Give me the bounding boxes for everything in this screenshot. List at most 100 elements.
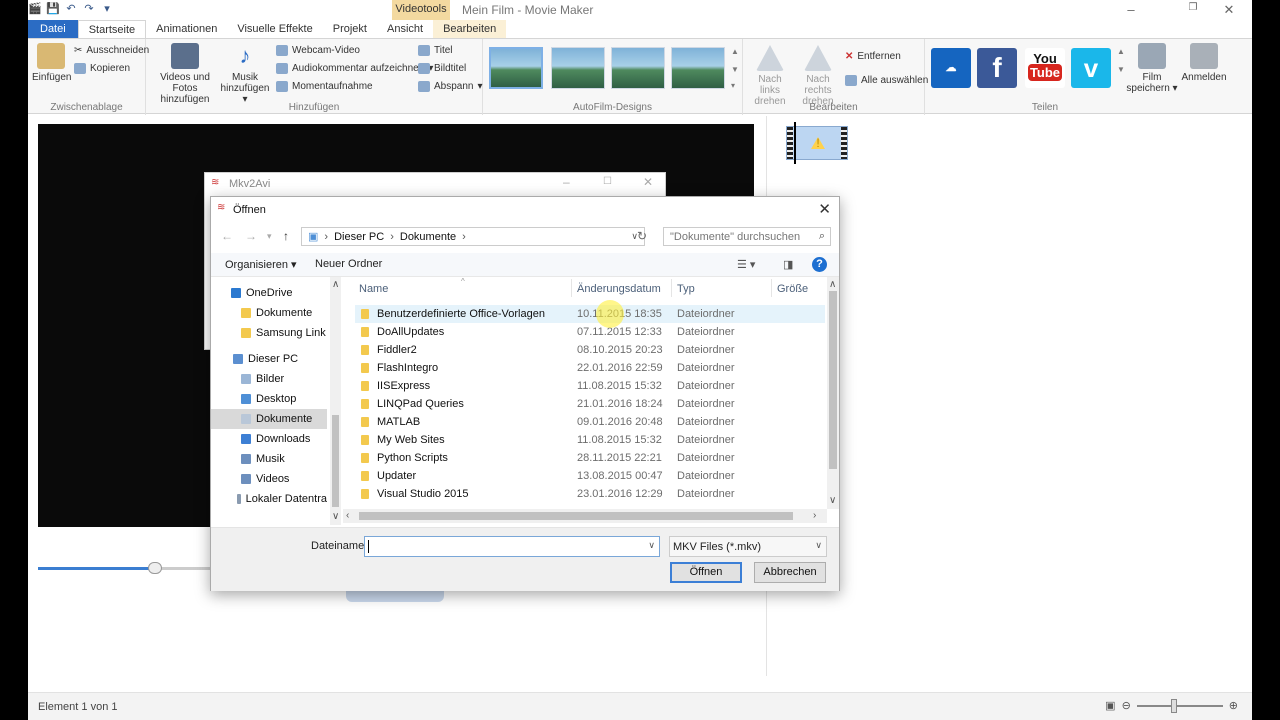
- file-row[interactable]: Updater 13.08.2015 00:47 Dateiordner: [355, 467, 825, 485]
- horizontal-scrollbar[interactable]: ‹ ›: [343, 509, 827, 523]
- help-icon[interactable]: ?: [812, 257, 827, 272]
- file-row[interactable]: DoAllUpdates 07.11.2015 12:33 Dateiordner: [355, 323, 825, 341]
- forward-icon[interactable]: →: [245, 229, 257, 243]
- filetype-select[interactable]: MKV Files (*.mkv) ∨: [669, 536, 827, 557]
- seek-thumb[interactable]: [148, 562, 162, 574]
- preview-pane-icon[interactable]: ◨: [783, 258, 793, 271]
- qat-dropdown-icon[interactable]: ▾: [100, 2, 114, 16]
- nav-item[interactable]: Dieser PC: [211, 349, 327, 369]
- nav-item[interactable]: Desktop: [211, 389, 327, 409]
- save-movie-button[interactable]: Film speichern ▾: [1125, 43, 1179, 94]
- dialog-close-button[interactable]: ✕: [818, 200, 831, 218]
- recent-dropdown-icon[interactable]: ▾: [267, 231, 272, 242]
- nav-item[interactable]: Musik: [211, 449, 327, 469]
- filename-input[interactable]: ∨: [364, 536, 660, 557]
- mkv-minimize-button[interactable]: –: [563, 175, 570, 189]
- refresh-icon[interactable]: ↻: [637, 229, 647, 243]
- remove-button[interactable]: ✕ Entfernen: [845, 51, 901, 62]
- gallery-down-icon[interactable]: ▼: [731, 65, 739, 74]
- breadcrumb-dokumente[interactable]: Dokumente: [400, 231, 456, 243]
- horizontal-scrollbar-thumb[interactable]: [359, 512, 793, 520]
- column-name[interactable]: Name: [359, 283, 388, 295]
- webcam-video-button[interactable]: Webcam-Video: [276, 45, 360, 56]
- scroll-right-icon[interactable]: ›: [813, 510, 816, 521]
- column-size[interactable]: Größe: [777, 283, 808, 295]
- share-down-icon[interactable]: ▼: [1117, 65, 1125, 74]
- column-separator[interactable]: [671, 279, 672, 297]
- rotate-left-button[interactable]: Nach links drehen: [747, 45, 793, 107]
- thumbnail-size-icon[interactable]: ▣: [1105, 699, 1115, 712]
- snapshot-button[interactable]: Momentaufnahme: [276, 81, 373, 92]
- title-button[interactable]: Titel: [418, 45, 453, 56]
- close-button[interactable]: ✕: [1206, 2, 1252, 18]
- nav-scroll-down-icon[interactable]: ∨: [332, 511, 339, 522]
- onedrive-icon[interactable]: ☁: [931, 48, 971, 88]
- theme-thumbnail[interactable]: [611, 47, 665, 89]
- caption-button[interactable]: Bildtitel: [418, 63, 466, 74]
- zoom-slider[interactable]: [1136, 698, 1223, 713]
- column-separator[interactable]: [771, 279, 772, 297]
- filename-dropdown-icon[interactable]: ∨: [648, 540, 655, 551]
- file-row[interactable]: Benutzerdefinierte Office-Vorlagen10.11.…: [355, 305, 825, 323]
- back-icon[interactable]: ←: [221, 229, 233, 243]
- search-input[interactable]: "Dokumente" durchsuchen ⌕: [663, 227, 831, 246]
- save-icon[interactable]: 💾: [46, 2, 60, 16]
- undo-icon[interactable]: ↶: [64, 2, 78, 16]
- nav-item[interactable]: Dokumente: [211, 409, 327, 429]
- cut-button[interactable]: ✂ Ausschneiden: [74, 45, 149, 56]
- playhead[interactable]: [794, 122, 796, 164]
- nav-item[interactable]: Videos: [211, 469, 327, 489]
- address-bar[interactable]: ▣ › Dieser PC › Dokumente › ∨: [301, 227, 645, 246]
- column-type[interactable]: Typ: [677, 283, 695, 295]
- file-row[interactable]: Visual Studio 2015 23.01.2016 12:29 Dateio…: [355, 485, 825, 503]
- list-scroll-up-icon[interactable]: ∧: [829, 279, 836, 290]
- tab-startseite[interactable]: Startseite: [77, 20, 147, 38]
- share-up-icon[interactable]: ▲: [1117, 47, 1125, 56]
- tab-bearbeiten[interactable]: Bearbeiten: [433, 20, 507, 38]
- file-row[interactable]: LINQPad Queries 21.01.2016 18:24 Dateiordn…: [355, 395, 825, 413]
- nav-scroll-up-icon[interactable]: ∧: [332, 279, 339, 290]
- file-row[interactable]: Python Scripts 28.11.2015 22:21 Dateiordne…: [355, 449, 825, 467]
- tab-projekt[interactable]: Projekt: [323, 20, 377, 38]
- file-row[interactable]: My Web Sites 11.08.2015 15:32 Dateiordner: [355, 431, 825, 449]
- gallery-up-icon[interactable]: ▲: [731, 47, 739, 56]
- credits-button[interactable]: Abspann ▾: [418, 81, 483, 92]
- add-music-button[interactable]: ♪ Musik hinzufügen ▾: [220, 43, 270, 105]
- nav-scrollbar-thumb[interactable]: [332, 415, 339, 507]
- theme-thumbnail[interactable]: [551, 47, 605, 89]
- tab-datei[interactable]: Datei: [28, 20, 78, 38]
- list-scrollbar-thumb[interactable]: [829, 291, 837, 469]
- zoom-in-icon[interactable]: ⊕: [1229, 699, 1238, 712]
- nav-item[interactable]: OneDrive: [211, 283, 327, 303]
- rotate-right-button[interactable]: Nach rechts drehen: [793, 45, 843, 107]
- column-separator[interactable]: [571, 279, 572, 297]
- scroll-left-icon[interactable]: ‹: [346, 510, 349, 521]
- zoom-slider-knob[interactable]: [1170, 698, 1177, 713]
- file-row[interactable]: MATLAB 09.01.2016 20:48 Dateiordner: [355, 413, 825, 431]
- new-folder-button[interactable]: Neuer Ordner: [315, 258, 382, 270]
- signin-button[interactable]: Anmelden: [1181, 43, 1227, 83]
- file-row[interactable]: Fiddler2 08.10.2015 20:23 Dateiordner: [355, 341, 825, 359]
- tab-visuelle-effekte[interactable]: Visuelle Effekte: [227, 20, 322, 38]
- file-row[interactable]: IISExpress 11.08.2015 15:32 Dateiordner: [355, 377, 825, 395]
- file-row[interactable]: FlashIntegro 22.01.2016 22:59 Dateiordner: [355, 359, 825, 377]
- vimeo-icon[interactable]: v: [1071, 48, 1111, 88]
- zoom-out-icon[interactable]: ⊖: [1122, 699, 1131, 712]
- minimize-button[interactable]: –: [1108, 2, 1154, 17]
- breadcrumb-dieser-pc[interactable]: Dieser PC: [334, 231, 384, 243]
- nav-item[interactable]: Bilder: [211, 369, 327, 389]
- view-options-icon[interactable]: ☰ ▾: [737, 258, 755, 271]
- tab-animationen[interactable]: Animationen: [146, 20, 227, 38]
- paste-button[interactable]: Einfügen: [32, 43, 71, 83]
- nav-scrollbar[interactable]: ∧ ∨: [330, 277, 341, 525]
- up-icon[interactable]: ↑: [283, 229, 289, 243]
- theme-thumbnail[interactable]: [671, 47, 725, 89]
- nav-item[interactable]: Samsung Link: [211, 323, 327, 343]
- mkv-maximize-button[interactable]: ☐: [603, 176, 612, 187]
- facebook-icon[interactable]: f: [977, 48, 1017, 88]
- add-videos-photos-button[interactable]: Videos und Fotos hinzufügen: [148, 43, 222, 105]
- theme-thumbnail[interactable]: [489, 47, 543, 89]
- youtube-icon[interactable]: You Tube: [1025, 48, 1065, 88]
- list-scroll-down-icon[interactable]: ∨: [829, 495, 836, 506]
- tab-ansicht[interactable]: Ansicht: [377, 20, 433, 38]
